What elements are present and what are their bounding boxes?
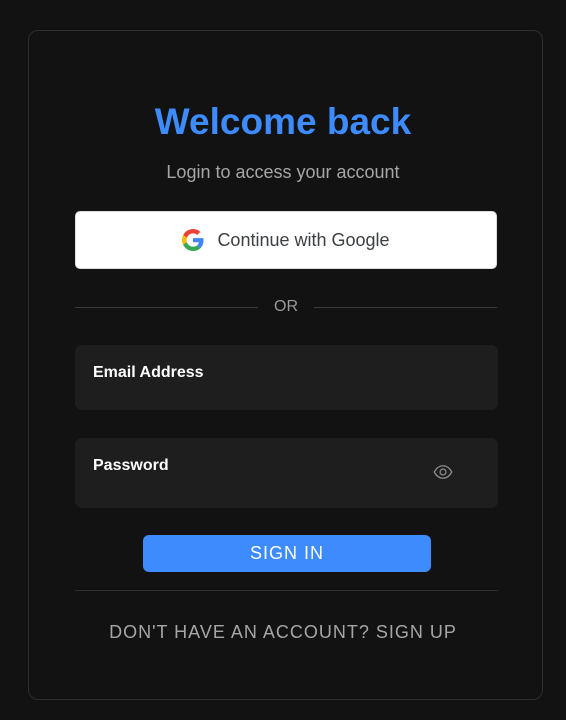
sign-in-button[interactable]: SIGN IN [143,535,431,572]
page-subtitle: Login to access your account [166,162,400,182]
password-input[interactable] [93,478,438,500]
email-input[interactable] [93,380,438,402]
divider-line-right [314,306,497,308]
page-title: Welcome back [154,101,412,142]
or-divider: OR [75,296,497,318]
sign-up-link[interactable]: DON'T HAVE AN ACCOUNT? SIGN UP [0,622,566,643]
google-g-icon [182,229,204,251]
password-field[interactable]: Password [75,438,498,508]
google-button-label: Continue with Google [217,229,390,250]
continue-with-google-button[interactable]: Continue with Google [75,211,497,269]
divider-text: OR [274,298,298,315]
eye-icon[interactable] [433,464,453,480]
divider-line-left [75,306,258,308]
password-label: Password [93,457,169,474]
footer-divider [75,590,498,591]
email-field[interactable]: Email Address [75,345,498,410]
